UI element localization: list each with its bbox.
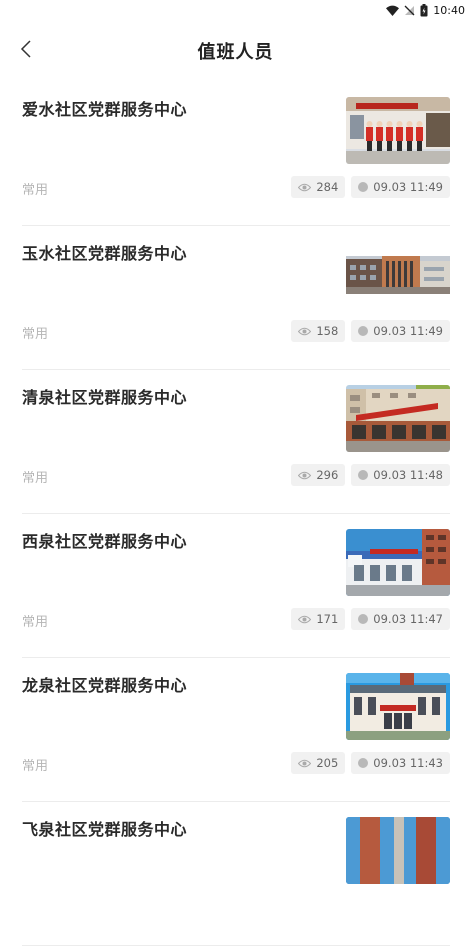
service-center-list: 爱水社区党群服务中心 常用 284 09.03 11:49 玉水社区党群服务中心… bbox=[22, 82, 450, 946]
clock-icon bbox=[358, 614, 369, 624]
view-count: 284 bbox=[316, 180, 339, 194]
post-date: 09.03 11:49 bbox=[373, 180, 443, 194]
item-meta: 205 09.03 11:43 bbox=[291, 752, 450, 774]
date-badge: 09.03 11:47 bbox=[351, 608, 450, 630]
eye-icon bbox=[298, 183, 312, 192]
views-badge: 284 bbox=[291, 176, 346, 198]
clock-time: 10:40 bbox=[433, 3, 465, 17]
status-bar: 10:40 bbox=[0, 0, 471, 20]
eye-icon bbox=[298, 615, 312, 624]
clock-icon bbox=[358, 470, 369, 480]
views-badge: 158 bbox=[291, 320, 346, 342]
item-meta: 171 09.03 11:47 bbox=[291, 608, 450, 630]
post-date: 09.03 11:48 bbox=[373, 468, 443, 482]
item-meta: 296 09.03 11:48 bbox=[291, 464, 450, 486]
clock-icon bbox=[358, 182, 369, 192]
item-title: 清泉社区党群服务中心 bbox=[22, 388, 188, 407]
nav-bar: 值班人员 bbox=[0, 20, 471, 82]
eye-icon bbox=[298, 759, 312, 768]
views-badge: 296 bbox=[291, 464, 346, 486]
item-tag: 常用 bbox=[22, 615, 49, 630]
item-title: 玉水社区党群服务中心 bbox=[22, 244, 188, 263]
item-thumbnail bbox=[346, 241, 450, 308]
post-date: 09.03 11:47 bbox=[373, 612, 443, 626]
item-title: 西泉社区党群服务中心 bbox=[22, 532, 188, 551]
post-date: 09.03 11:43 bbox=[373, 756, 443, 770]
item-thumbnail bbox=[346, 529, 450, 596]
clock-icon bbox=[358, 758, 369, 768]
item-thumbnail bbox=[346, 385, 450, 452]
no-signal-icon bbox=[404, 5, 415, 16]
list-item[interactable]: 飞泉社区党群服务中心 bbox=[22, 802, 450, 946]
date-badge: 09.03 11:49 bbox=[351, 176, 450, 198]
page-title: 值班人员 bbox=[197, 42, 274, 63]
view-count: 171 bbox=[316, 612, 339, 626]
post-date: 09.03 11:49 bbox=[373, 324, 443, 338]
item-tag: 常用 bbox=[22, 327, 49, 342]
back-button[interactable] bbox=[12, 36, 40, 66]
item-title: 飞泉社区党群服务中心 bbox=[22, 820, 188, 839]
item-thumbnail bbox=[346, 673, 450, 740]
item-thumbnail bbox=[346, 817, 450, 884]
list-item[interactable]: 清泉社区党群服务中心 常用 296 09.03 11:48 bbox=[22, 370, 450, 514]
item-meta: 284 09.03 11:49 bbox=[291, 176, 450, 198]
views-badge: 171 bbox=[291, 608, 346, 630]
item-title: 爱水社区党群服务中心 bbox=[22, 100, 188, 119]
list-item[interactable]: 龙泉社区党群服务中心 常用 205 09.03 11:43 bbox=[22, 658, 450, 802]
chevron-left-icon bbox=[20, 39, 32, 63]
view-count: 205 bbox=[316, 756, 339, 770]
item-tag: 常用 bbox=[22, 183, 49, 198]
view-count: 296 bbox=[316, 468, 339, 482]
battery-icon bbox=[420, 3, 428, 17]
eye-icon bbox=[298, 327, 312, 336]
date-badge: 09.03 11:43 bbox=[351, 752, 450, 774]
item-title: 龙泉社区党群服务中心 bbox=[22, 676, 188, 695]
item-meta: 158 09.03 11:49 bbox=[291, 320, 450, 342]
date-badge: 09.03 11:48 bbox=[351, 464, 450, 486]
list-item[interactable]: 爱水社区党群服务中心 常用 284 09.03 11:49 bbox=[22, 82, 450, 226]
item-thumbnail bbox=[346, 97, 450, 164]
views-badge: 205 bbox=[291, 752, 346, 774]
list-item[interactable]: 玉水社区党群服务中心 常用 158 09.03 11:49 bbox=[22, 226, 450, 370]
item-tag: 常用 bbox=[22, 471, 49, 486]
list-item[interactable]: 西泉社区党群服务中心 常用 171 09.03 11:47 bbox=[22, 514, 450, 658]
clock-icon bbox=[358, 326, 369, 336]
item-tag: 常用 bbox=[22, 759, 49, 774]
date-badge: 09.03 11:49 bbox=[351, 320, 450, 342]
wifi-icon bbox=[386, 5, 400, 16]
view-count: 158 bbox=[316, 324, 339, 338]
eye-icon bbox=[298, 471, 312, 480]
